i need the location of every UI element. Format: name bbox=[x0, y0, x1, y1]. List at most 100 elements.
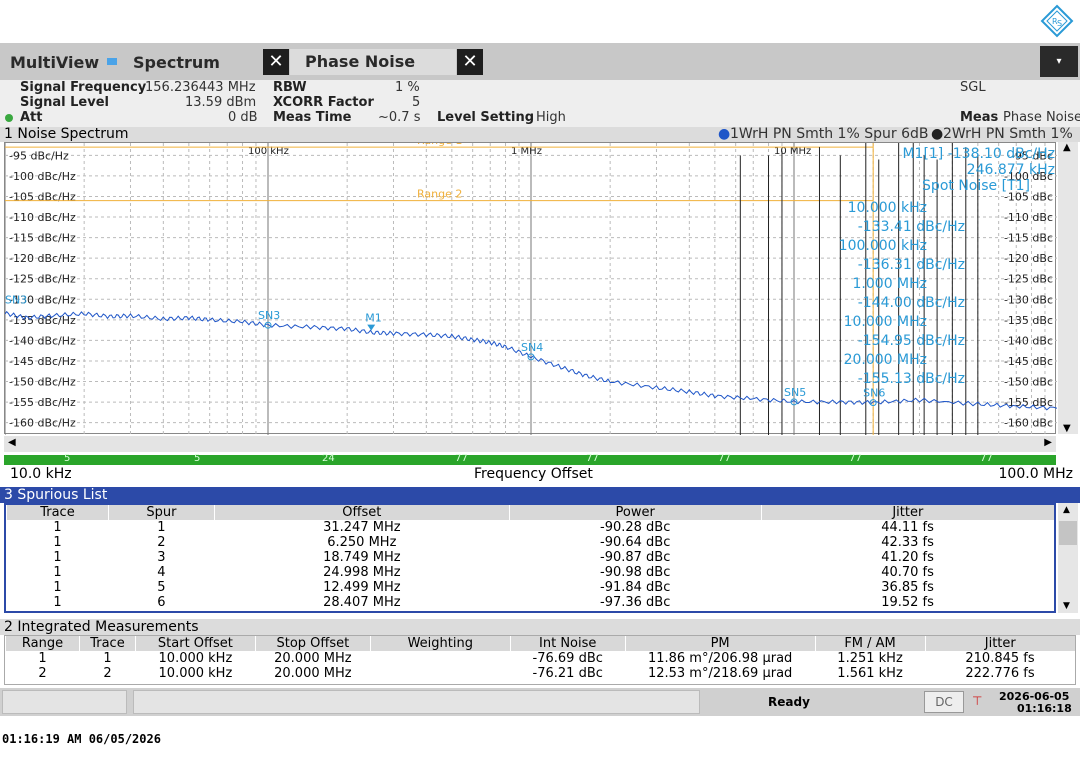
y-tick-label-left: -160 dBc/Hz bbox=[9, 417, 76, 430]
table-row[interactable]: 2 2 10.000 kHz 20.000 MHz -76.21 dBc 12.53 m°… bbox=[6, 666, 1076, 681]
table-cell: 2 bbox=[38, 666, 47, 681]
scroll-down-icon[interactable]: ▼ bbox=[1063, 601, 1070, 611]
table-cell: 1 bbox=[53, 520, 62, 535]
y-tick-label-left: -145 dBc/Hz bbox=[9, 355, 76, 368]
spot-noise-row: 20.000 MHz-155.13 dBc/Hz bbox=[843, 352, 965, 387]
status-time: 01:16:18 bbox=[1017, 702, 1072, 715]
col-header[interactable]: Stop Offset bbox=[254, 636, 371, 651]
chevron-down-icon[interactable]: ▾ bbox=[1040, 46, 1078, 77]
tab-multiview[interactable]: MultiView bbox=[10, 53, 99, 72]
spot-noise-row: 100.000 kHz-136.31 dBc/Hz bbox=[838, 238, 965, 273]
noise-spectrum-title: 1 Noise Spectrum bbox=[4, 126, 129, 142]
table-row[interactable]: 1 3 18.749 MHz -90.87 dBc 41.20 fs bbox=[7, 550, 1055, 565]
col-header[interactable]: Trace bbox=[6, 505, 109, 520]
table-cell: 2 bbox=[103, 666, 112, 681]
measurement-info-panel[interactable]: Signal Frequency 156.236443 MHz Signal L… bbox=[0, 80, 1080, 127]
tab-spectrum[interactable]: Spectrum bbox=[133, 53, 220, 72]
y-tick-label-left: -150 dBc/Hz bbox=[9, 376, 76, 389]
trace1-dot-icon: ● bbox=[718, 126, 731, 142]
close-spectrum-tab-icon[interactable]: ✕ bbox=[263, 49, 289, 75]
noise-spectrum-window-title[interactable]: 1 Noise Spectrum ● 1WrH PN Smth 1% Spur … bbox=[0, 127, 1080, 142]
col-header[interactable]: Offset bbox=[213, 505, 510, 520]
col-header[interactable]: PM bbox=[624, 636, 816, 651]
spurious-list-title[interactable]: 3 Spurious List bbox=[0, 487, 1080, 503]
table-cell: 5 bbox=[157, 580, 166, 595]
table-cell: 6 bbox=[157, 595, 166, 610]
table-cell: -91.84 dBc bbox=[600, 580, 671, 595]
table-cell: 36.85 fs bbox=[881, 580, 934, 595]
table-row[interactable]: 1 4 24.998 MHz -90.98 dBc 40.70 fs bbox=[7, 565, 1055, 580]
spurious-list-table[interactable]: Trace Spur Offset Power Jitter 1 1 31.247 … bbox=[4, 503, 1056, 613]
noise-spectrum-plot[interactable]: -95 dBc/Hz -95 dBc -100 dBc/Hz -100 dBc -105… bbox=[4, 142, 1057, 435]
scroll-up-icon[interactable]: ▲ bbox=[1063, 505, 1070, 515]
green-bar-value: 77 bbox=[718, 453, 731, 464]
table-row[interactable]: 1 2 6.250 MHz -90.64 dBc 42.33 fs bbox=[7, 535, 1055, 550]
marker-readout-line1: M1[1] -138.10 dBc/Hz bbox=[902, 146, 1055, 162]
y-tick-label-left: -95 dBc/Hz bbox=[9, 149, 69, 162]
y-tick-label-left: -100 dBc/Hz bbox=[9, 170, 76, 183]
table-cell bbox=[370, 666, 510, 681]
table-row[interactable]: 1 6 28.407 MHz -97.36 dBc 19.52 fs bbox=[7, 595, 1055, 610]
y-tick-label-left: -105 dBc/Hz bbox=[9, 190, 76, 203]
marker-readout-line2: 246.877 kHz bbox=[966, 162, 1055, 178]
x-tick-label: 100 kHz bbox=[248, 146, 289, 157]
col-header[interactable]: Int Noise bbox=[509, 636, 626, 651]
table-cell: 1 bbox=[53, 580, 62, 595]
table-cell: 222.776 fs bbox=[965, 666, 1035, 681]
scroll-right-icon[interactable]: ▶ bbox=[1044, 437, 1052, 448]
col-header[interactable]: Start Offset bbox=[134, 636, 256, 651]
table-cell: 1 bbox=[53, 565, 62, 580]
status-field-1[interactable] bbox=[2, 690, 127, 714]
spectrum-tab-icon bbox=[107, 58, 117, 65]
tab-phase-noise[interactable]: Phase Noise bbox=[290, 49, 456, 75]
table-cell: -90.64 dBc bbox=[600, 535, 671, 550]
dc-coupling-indicator[interactable]: DC bbox=[924, 691, 964, 713]
x-axis-row: 10.0 kHz Frequency Offset 100.0 MHz bbox=[0, 466, 1080, 484]
meas-time-value: ~0.7 s bbox=[378, 110, 421, 125]
col-header[interactable]: Weighting bbox=[369, 636, 511, 651]
col-header[interactable]: Power bbox=[508, 505, 762, 520]
scroll-left-icon[interactable]: ◀ bbox=[8, 437, 16, 448]
col-header[interactable]: Jitter bbox=[924, 636, 1075, 651]
ready-status: Ready bbox=[768, 695, 810, 709]
signal-frequency-label: Signal Frequency bbox=[20, 80, 147, 95]
marker-label: M1 bbox=[365, 312, 382, 325]
status-field-2[interactable] bbox=[133, 690, 700, 714]
table-row[interactable]: 1 1 10.000 kHz 20.000 MHz -76.69 dBc 11.86 m°… bbox=[6, 651, 1076, 666]
range-label: Range 2 bbox=[417, 188, 462, 201]
table-row[interactable]: 1 1 31.247 MHz -90.28 dBc 44.11 fs bbox=[7, 520, 1055, 535]
spurious-list-scrollbar[interactable]: ▲ ▼ bbox=[1058, 503, 1078, 613]
table-cell: 4 bbox=[157, 565, 166, 580]
integrated-measurements-title[interactable]: 2 Integrated Measurements bbox=[0, 619, 1080, 635]
table-cell: 12.499 MHz bbox=[323, 580, 401, 595]
col-header[interactable]: FM / AM bbox=[814, 636, 926, 651]
table-cell: 18.749 MHz bbox=[323, 550, 401, 565]
table-cell: -97.36 dBc bbox=[600, 595, 671, 610]
plot-vertical-scrollbar[interactable]: ▲ ▼ bbox=[1058, 142, 1078, 434]
close-phase-noise-tab-icon[interactable]: ✕ bbox=[457, 49, 483, 75]
col-header[interactable]: Range bbox=[5, 636, 80, 651]
spot-noise-row: 1.000 MHz-144.00 dBc/Hz bbox=[852, 276, 965, 311]
range-label: Range 1 bbox=[417, 143, 462, 147]
integrated-measurements-table[interactable]: Range Trace Start Offset Stop Offset Weighti… bbox=[4, 635, 1076, 685]
table-row[interactable]: 1 5 12.499 MHz -91.84 dBc 36.85 fs bbox=[7, 580, 1055, 595]
xcorr-value: 5 bbox=[412, 95, 421, 110]
table-cell: 28.407 MHz bbox=[323, 595, 401, 610]
rbw-label: RBW bbox=[273, 80, 307, 95]
spot-noise-row: 10.000 kHz-133.41 dBc/Hz bbox=[847, 200, 965, 235]
meas-value: Phase Noise bbox=[1003, 110, 1080, 125]
table-cell: 20.000 MHz bbox=[274, 651, 352, 666]
spot-noise-title: Spot Noise [T1] bbox=[922, 178, 1030, 194]
table-cell: 210.845 fs bbox=[965, 651, 1035, 666]
signal-level-value: 13.59 dBm bbox=[185, 95, 257, 110]
col-header[interactable]: Trace bbox=[78, 636, 136, 651]
scroll-down-icon[interactable]: ▼ bbox=[1063, 423, 1071, 434]
network-icon: ⊤ bbox=[972, 694, 983, 708]
col-header[interactable]: Jitter bbox=[760, 505, 1054, 520]
scroll-up-icon[interactable]: ▲ bbox=[1063, 142, 1071, 153]
plot-horizontal-scrollbar[interactable]: ◀ ▶ bbox=[4, 436, 1056, 452]
y-tick-label-left: -110 dBc/Hz bbox=[9, 211, 76, 224]
att-status-dot-icon bbox=[5, 114, 13, 122]
scrollbar-thumb[interactable] bbox=[1059, 521, 1077, 545]
col-header[interactable]: Spur bbox=[107, 505, 215, 520]
